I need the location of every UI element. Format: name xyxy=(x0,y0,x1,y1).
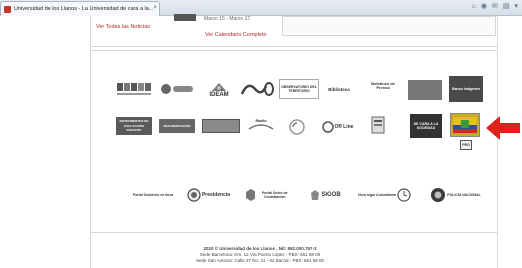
page-icon[interactable]: ▾ xyxy=(514,2,518,12)
logo-instrumentos-evaluacion[interactable]: INSTRUMENTOS DE EVALUACIÓN DOCENTE xyxy=(116,117,152,135)
browser-tab-bar: Universidad de los Llanos - La Universid… xyxy=(0,0,522,16)
logo-sigob[interactable]: SIGOB xyxy=(305,187,347,203)
red-arrow-icon xyxy=(486,116,520,140)
logo-policia-nacional[interactable]: POLICÍA NACIONAL xyxy=(424,185,488,205)
footer-divider xyxy=(90,232,498,233)
event-date: Marzo 15 - Marzo 17 xyxy=(204,16,251,22)
page-footer: 2010 © Universidad de los Llanos . Nit: … xyxy=(160,246,360,264)
logo-biblioteca[interactable]: Biblioteca xyxy=(324,81,354,99)
logo-reacreditacion[interactable]: REACREDITACIÓN xyxy=(159,119,195,133)
footer-sede-san-antonio: Sede San Antonio: Calle 37 No. 41 - 02 B… xyxy=(195,258,325,263)
logo-boletines-prensa[interactable]: Boletines de Prensa xyxy=(366,73,400,99)
logo-portal-contratacion[interactable]: Portal Único de Contratación xyxy=(245,185,295,205)
print-icon[interactable]: ▤ xyxy=(503,2,510,12)
logo-radio[interactable]: Radio xyxy=(244,114,278,136)
logo-gobierno-en-linea[interactable] xyxy=(116,79,152,99)
logo-hora-legal[interactable]: Hora legal Colombiana xyxy=(356,186,412,204)
logo-presidencia[interactable]: Presidencia xyxy=(184,185,234,205)
section-divider xyxy=(90,46,498,47)
events-panel xyxy=(282,16,496,36)
logo-circle[interactable] xyxy=(286,116,308,138)
tab-close-icon[interactable]: × xyxy=(153,5,157,11)
page-left-border xyxy=(90,16,91,268)
logo-observatorio-territorio[interactable]: OBSERVATORIO DEL TERRITORIO xyxy=(279,79,319,99)
tab-title: Universidad de los Llanos - La Universid… xyxy=(14,6,154,12)
logo-de-cara-sociedad[interactable]: DE CARA A LA SOCIEDAD xyxy=(410,114,442,138)
logo-offline[interactable]: Off Line xyxy=(321,117,355,137)
logo-ola[interactable] xyxy=(240,80,274,98)
mail-icon[interactable]: ✉ xyxy=(492,2,498,12)
browser-toolbar: ⌂ ◉ ✉ ▤ ▾ xyxy=(472,2,518,12)
logo-ideam[interactable]: IDEAM xyxy=(204,77,234,101)
logo-document[interactable] xyxy=(368,114,388,136)
logo-gray-banner-1[interactable] xyxy=(408,80,442,100)
browser-tab[interactable]: Universidad de los Llanos - La Universid… xyxy=(0,1,160,16)
logo-gray-banner-2[interactable]: Banco Imágenes xyxy=(449,76,483,102)
pro-badge: PRO xyxy=(460,140,472,150)
logo-colombia-flag[interactable] xyxy=(450,113,480,137)
logo-senal[interactable] xyxy=(160,82,194,96)
news-thumbnail xyxy=(174,14,196,21)
logo-gray-banner-3[interactable] xyxy=(202,119,240,133)
all-news-link[interactable]: Ver Todas las Noticias xyxy=(96,24,150,30)
logo-gobierno-en-linea-2[interactable]: Portal Gobierno en línea xyxy=(131,185,175,205)
feeds-icon[interactable]: ◉ xyxy=(481,2,487,12)
section-divider-2 xyxy=(90,50,498,51)
home-icon[interactable]: ⌂ xyxy=(472,2,476,12)
full-calendar-link[interactable]: Ver Calendario Completo xyxy=(205,32,266,38)
favicon-icon xyxy=(4,5,11,13)
